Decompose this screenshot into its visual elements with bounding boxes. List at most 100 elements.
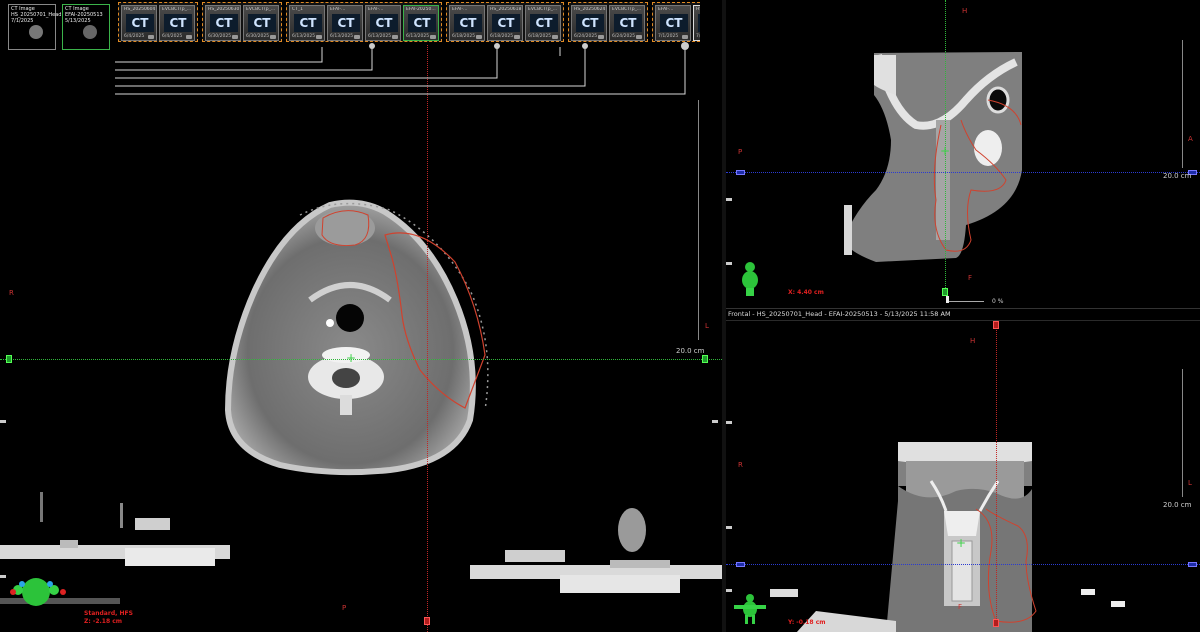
- series-tile-name: EVCBCT(p_...: [162, 7, 192, 12]
- thumbnail-date: 7/1/2025: [11, 18, 34, 24]
- series-tile-status-icon: [598, 35, 604, 39]
- patient-orientation-icon[interactable]: [8, 572, 68, 612]
- series-tile-name: EVCBCT(p_...: [246, 7, 276, 12]
- frontal-orient-right: L: [1188, 479, 1192, 487]
- series-tile[interactable]: HS_20250604 CT 6/4/2025: [121, 5, 157, 41]
- frontal-crosshair-vertical[interactable]: [996, 321, 997, 621]
- series-tile-date: 6/13/2025: [368, 34, 392, 39]
- opacity-slider[interactable]: [946, 296, 988, 304]
- frontal-orient-bottom: F: [958, 603, 963, 611]
- series-tile-date: 6/18/2025: [452, 34, 476, 39]
- series-tile-status-icon: [476, 35, 482, 39]
- axial-crosshair-handle-left[interactable]: [6, 355, 12, 363]
- frontal-title-bar: Frontal - HS_20250701_Head - EFAI-202505…: [726, 308, 1200, 320]
- series-tile-status-icon: [392, 35, 398, 39]
- series-tile-modality: CT: [660, 14, 688, 32]
- sagittal-crosshair-center-icon[interactable]: +: [940, 145, 950, 157]
- sagittal-view[interactable]: + H P A F 20.0 cm X: 4.40 cm 0 %: [726, 0, 1200, 308]
- frontal-crosshair-center-icon[interactable]: +: [956, 537, 966, 549]
- opacity-slider-track: [946, 301, 984, 302]
- series-tile[interactable]: CT_1 CT 6/13/2025: [289, 5, 325, 41]
- series-tile[interactable]: EVCBCT(p_... CT 6/24/2025: [609, 5, 645, 41]
- series-tile-name: HS_20250701: [696, 7, 700, 12]
- series-tile-date: 6/18/2025: [528, 34, 552, 39]
- series-tile-date: 6/13/2025: [292, 34, 316, 39]
- axial-orient-right: L: [705, 322, 709, 330]
- series-tile-name: EVCBCT(p_...: [612, 7, 642, 12]
- frontal-position-label: Y: -0.18 cm: [788, 619, 826, 626]
- series-tile-date: 6/24/2025: [612, 34, 636, 39]
- series-tile[interactable]: HS_20250701 CT 7/1/2025: [693, 5, 700, 41]
- series-tile-status-icon: [316, 35, 322, 39]
- series-tile[interactable]: EVCBCT(p_... CT 6/4/2025: [159, 5, 195, 41]
- frontal-title: Frontal - HS_20250701_Head - EFAI-202505…: [728, 310, 951, 318]
- frontal-crosshair-handle-bottom[interactable]: [993, 619, 999, 627]
- sagittal-crosshair-handle-bottom[interactable]: [942, 288, 948, 296]
- series-tile[interactable]: EVCBCT(p_... CT 6/18/2025: [525, 5, 561, 41]
- series-tile[interactable]: EFAI-... CT 7/1/2025: [655, 5, 691, 41]
- series-tile-date: 6/30/2025: [246, 34, 270, 39]
- axial-crosshair-horizontal[interactable]: [0, 359, 722, 360]
- series-tile-name: EVCBCT(p_...: [528, 7, 558, 12]
- opacity-slider-thumb[interactable]: [946, 296, 949, 303]
- sagittal-crosshair-horizontal[interactable]: [726, 172, 1200, 173]
- sagittal-scale-bar: [1182, 40, 1183, 168]
- frontal-crosshair-handle-top[interactable]: [993, 321, 999, 329]
- axial-view[interactable]: + R L P 20.0 cm Standard, HFS Z: -2.18 c…: [0, 0, 722, 632]
- image-thumbnail[interactable]: CT Image HS_20250701_Head 7/1/2025: [8, 4, 61, 50]
- patient-orientation-icon[interactable]: [732, 593, 768, 625]
- series-tile[interactable]: EFAI-... CT 6/18/2025: [449, 5, 485, 41]
- sagittal-tick-marker: [726, 198, 732, 201]
- frontal-orient-left: R: [738, 461, 743, 469]
- series-tile-date: 6/4/2025: [162, 34, 183, 39]
- axial-tick-marker: [0, 575, 6, 578]
- sagittal-orient-bottom: F: [968, 274, 973, 282]
- series-tile-name: HS_20250618: [490, 7, 522, 12]
- series-tile-modality: CT: [614, 14, 642, 32]
- series-tile-modality: CT: [698, 14, 700, 32]
- frontal-crosshair-horizontal[interactable]: [726, 564, 1200, 565]
- series-tile-name: EFAI-20250...: [406, 7, 436, 12]
- series-tile[interactable]: HS_20250618 CT 6/18/2025: [487, 5, 523, 41]
- series-tile[interactable]: EFAI-... CT 6/13/2025: [327, 5, 363, 41]
- series-tile-modality: CT: [294, 14, 322, 32]
- image-thumbnail-selected[interactable]: CT Image EFAI-20250513 5/13/2025: [62, 4, 110, 50]
- axial-tick-marker: [712, 420, 718, 423]
- axial-position-label: Z: -2.18 cm: [84, 618, 123, 625]
- series-group: EFAI-... CT 6/18/2025 HS_20250618 CT 6/18/202…: [446, 2, 564, 42]
- sagittal-crosshair-handle-left[interactable]: [736, 170, 745, 175]
- frontal-crosshair-handle-right[interactable]: [1188, 562, 1197, 567]
- series-tile-date: 7/1/2025: [696, 34, 700, 39]
- sagittal-tick-marker: [726, 262, 732, 265]
- series-tile-modality: CT: [332, 14, 360, 32]
- axial-crosshair-handle-right[interactable]: [702, 355, 708, 363]
- series-group: HS_20250624 CT 6/24/2025 EVCBCT(p_... CT 6/24…: [568, 2, 648, 42]
- frontal-scale-label: 20.0 cm: [1163, 501, 1192, 509]
- frontal-crosshair-handle-left[interactable]: [736, 562, 745, 567]
- axial-crosshair-handle-bottom[interactable]: [424, 617, 430, 625]
- axial-crosshair-vertical[interactable]: [427, 45, 428, 632]
- registration-links: [115, 42, 689, 95]
- series-tile-status-icon: [148, 35, 154, 39]
- series-tile[interactable]: EFAI-... CT 6/13/2025: [365, 5, 401, 41]
- thumbnail-date: 5/13/2025: [65, 18, 91, 24]
- axial-orient-bottom: P: [342, 604, 347, 612]
- axial-crosshair-center-icon[interactable]: +: [346, 352, 356, 364]
- series-timeline: HS_20250604 CT 6/4/2025 EVCBCT(p_... CT 6/4/2…: [118, 0, 700, 46]
- series-tile-status-icon: [552, 35, 558, 39]
- series-tile-modality: CT: [248, 14, 276, 32]
- series-tile[interactable]: EFAI-20250... CT 6/13/2025: [403, 5, 439, 41]
- series-tile-date: 6/24/2025: [574, 34, 598, 39]
- series-tile-status-icon: [636, 35, 642, 39]
- series-group: HS_20250604 CT 6/4/2025 EVCBCT(p_... CT 6/4/2…: [118, 2, 198, 42]
- series-tile-date: 6/18/2025: [490, 34, 514, 39]
- series-tile-date: 7/1/2025: [658, 34, 679, 39]
- series-tile[interactable]: HS_20250630 CT 6/30/2025: [205, 5, 241, 41]
- frontal-view[interactable]: + H R L F 20.0 cm Y: -0.18 cm: [726, 320, 1200, 632]
- series-tile[interactable]: HS_20250624 CT 6/24/2025: [571, 5, 607, 41]
- patient-orientation-icon[interactable]: [740, 262, 760, 296]
- series-tile-status-icon: [232, 35, 238, 39]
- series-tile-name: CT_1: [292, 7, 304, 12]
- axial-tick-marker: [0, 420, 6, 423]
- series-tile[interactable]: EVCBCT(p_... CT 6/30/2025: [243, 5, 279, 41]
